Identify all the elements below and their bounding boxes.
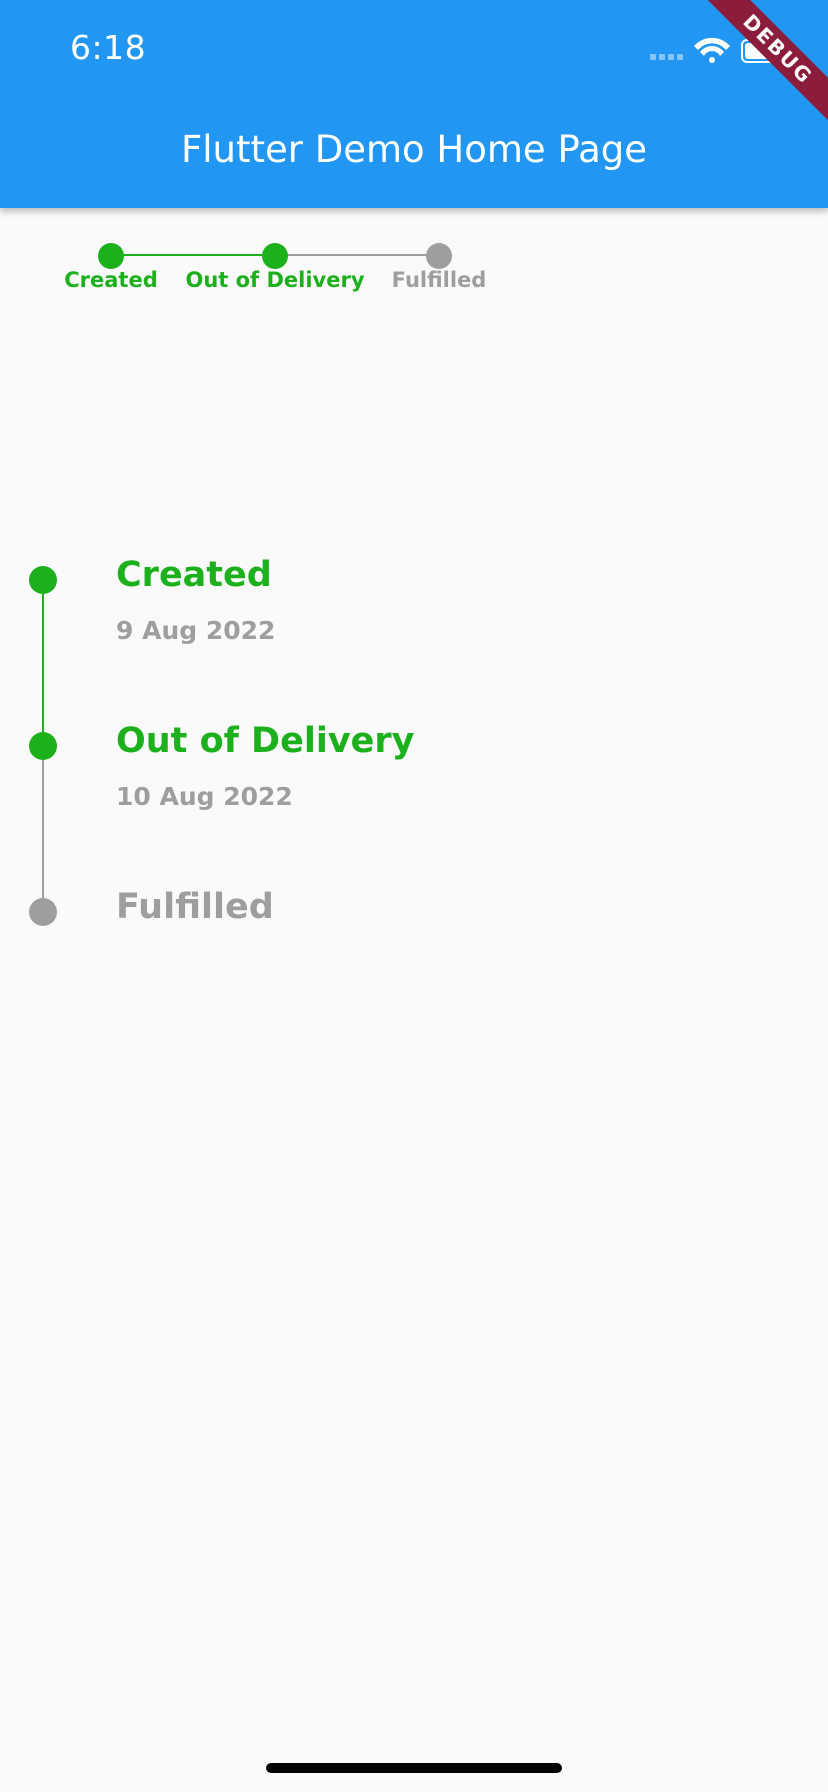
page-title: Flutter Demo Home Page [180,128,648,171]
stepper-label-created: Created [64,268,158,292]
stepper-connector-2 [275,254,439,256]
stepper-label-out-of-delivery: Out of Delivery [185,268,365,292]
stepper-dot-created [98,243,124,269]
stepper-dot-fulfilled [426,243,452,269]
debug-banner: DEBUG [682,0,828,145]
timeline-connector-2 [42,746,44,912]
horizontal-stepper: Created Out of Delivery Fulfilled [0,230,828,300]
timeline-dot-out-of-delivery [29,732,57,760]
timeline-title-created: Created [116,555,272,595]
wifi-icon [694,37,730,63]
timeline-date-created: 9 Aug 2022 [116,616,276,645]
timeline-title-out-of-delivery: Out of Delivery [116,721,415,761]
cellular-signal-icon [650,54,683,60]
stepper-connector-1 [110,254,275,256]
status-time: 6:18 [70,28,147,67]
stepper-label-fulfilled: Fulfilled [391,268,487,292]
stepper-dot-out-of-delivery [262,243,288,269]
timeline-dot-created [29,566,57,594]
vertical-timeline: Created 9 Aug 2022 Out of Delivery 10 Au… [0,540,828,940]
timeline-title-fulfilled: Fulfilled [116,887,274,927]
home-indicator[interactable] [266,1763,562,1773]
timeline-dot-fulfilled [29,898,57,926]
timeline-connector-1 [42,580,44,746]
timeline-date-out-of-delivery: 10 Aug 2022 [116,782,293,811]
app-bar: 6:18 Flutter Demo Home Page DEBUG [0,0,828,208]
